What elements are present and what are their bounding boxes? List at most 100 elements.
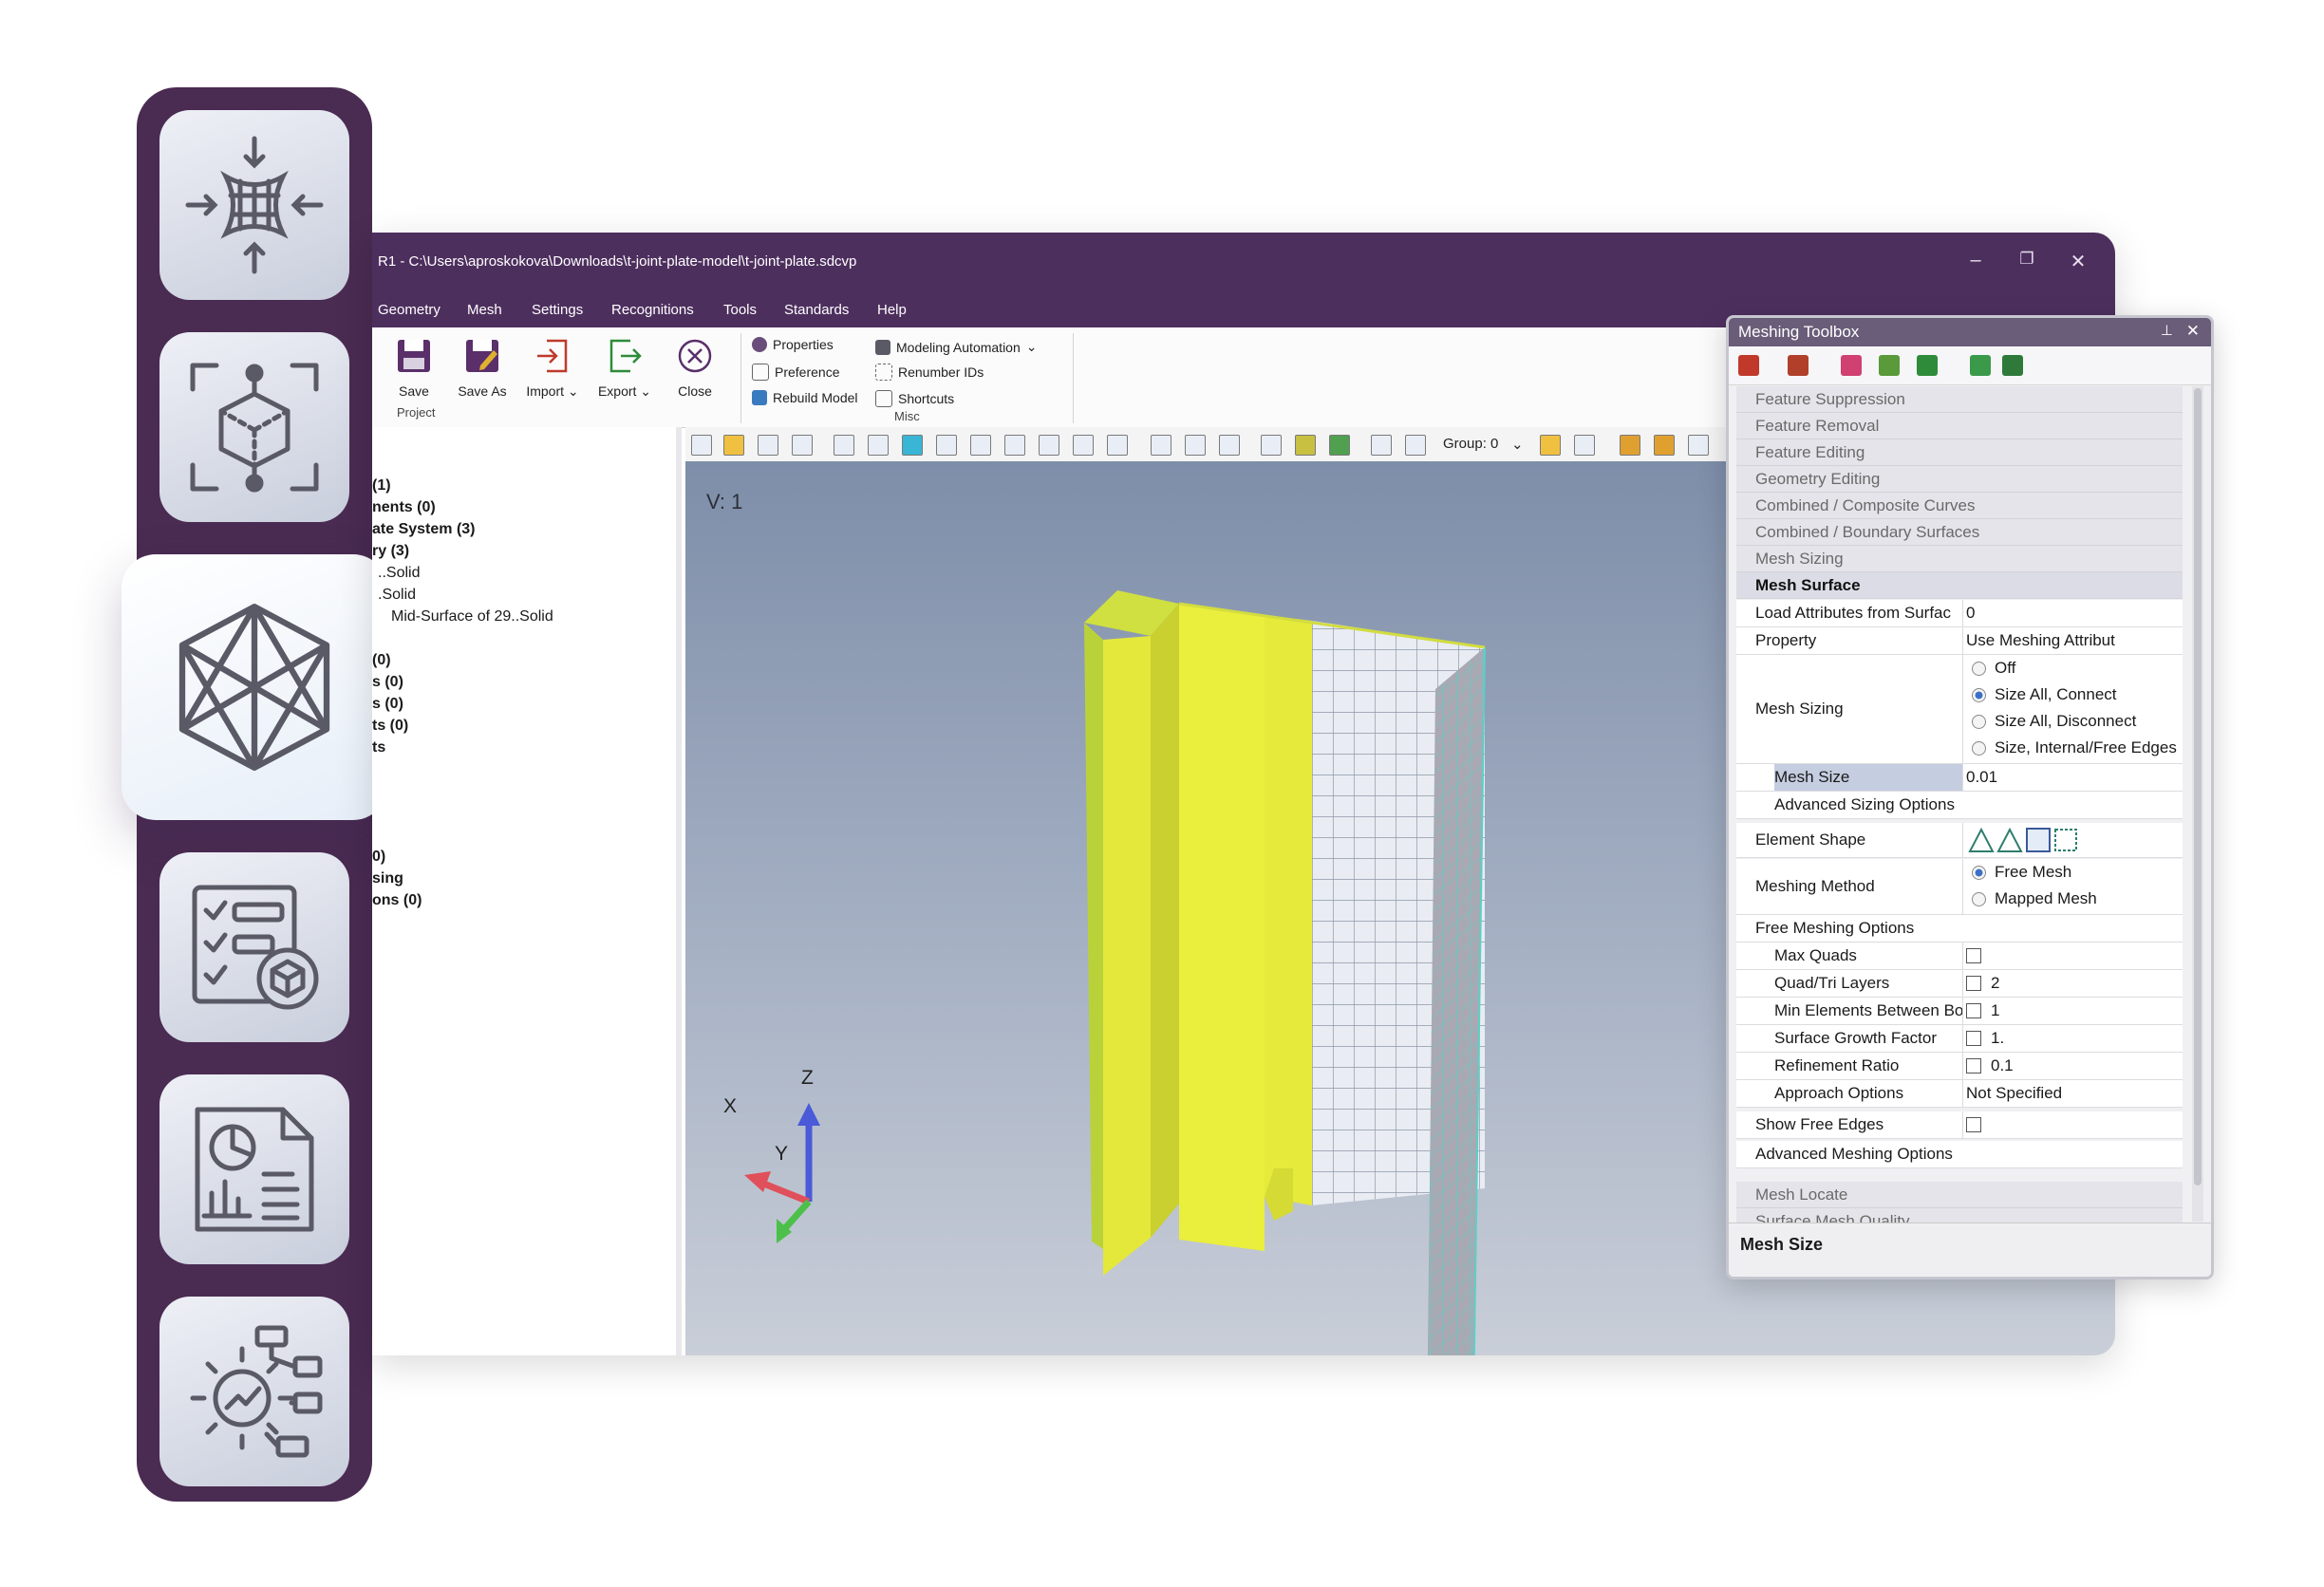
save-button[interactable]: Save [385,337,442,399]
select-point-icon[interactable] [834,435,854,456]
triangle-icon[interactable] [1073,435,1094,456]
menu-recognitions[interactable]: Recognitions [611,302,694,318]
ruler-icon[interactable] [723,435,744,456]
chevron-down-icon[interactable]: ⌄ [1511,436,1524,453]
compression-icon[interactable] [159,110,349,300]
flag-icon[interactable] [1185,435,1206,456]
section-feature-removal[interactable]: Feature Removal [1736,413,2183,439]
eraser-icon[interactable] [1654,435,1675,456]
growth-factor-field[interactable]: 1. [1966,1025,2183,1052]
tree-item[interactable]: (1) [372,477,391,495]
tree-item[interactable]: s (0) [372,674,403,691]
close-window-button[interactable]: ✕ [2064,250,2092,273]
pin-icon[interactable]: ⊥ [2161,322,2173,339]
tree-item[interactable]: (0) [372,652,391,669]
eraser-icon[interactable] [1107,435,1128,456]
quad-mixed-shape-icon[interactable] [2054,829,2077,851]
close-toolbox-button[interactable]: ✕ [2186,322,2200,341]
report-icon[interactable] [159,1074,349,1264]
max-quads-checkbox[interactable] [1966,943,2183,969]
cube-frame-icon[interactable] [159,332,349,522]
grid-icon[interactable] [1261,435,1282,456]
select-node-icon[interactable] [970,435,991,456]
filter-icon[interactable] [1574,435,1595,456]
flag-icon[interactable] [1219,435,1240,456]
select-icon[interactable] [1970,355,1991,376]
tree-item[interactable]: ts (0) [372,718,408,735]
mesh-cube-icon[interactable] [122,554,387,820]
tree-item[interactable]: 0) [372,849,385,866]
quad-shape-icon[interactable] [2026,828,2051,852]
list-icon[interactable] [792,435,813,456]
approach-options-select[interactable]: Not Specified [1966,1080,2183,1107]
meshing-method-option[interactable]: Free Mesh [1972,863,2071,882]
gear-analytics-icon[interactable] [159,1297,349,1486]
tree-item[interactable]: s (0) [372,696,403,713]
mesh-sizing-option[interactable]: Size, Internal/Free Edges [1972,738,2177,757]
section-mesh-locate[interactable]: Mesh Locate [1736,1182,2183,1208]
display-mode-icon[interactable] [758,435,778,456]
tree-item[interactable]: ate System (3) [372,521,476,538]
show-free-edges-checkbox[interactable] [1966,1111,2183,1138]
section-feature-suppression[interactable]: Feature Suppression [1736,386,2183,413]
tree-item[interactable]: nents (0) [372,499,436,516]
section-geometry-editing[interactable]: Geometry Editing [1736,466,2183,493]
save-as-button[interactable]: Save As [454,337,511,399]
property-select[interactable]: Use Meshing Attribut [1966,627,2183,654]
load-attributes-value[interactable]: 0 [1966,600,2183,626]
toolbox-scrollbar[interactable] [2192,386,2203,1222]
quad-tri-field[interactable]: 2 [1966,970,2183,997]
toolbox-icon[interactable] [1738,355,1759,376]
menu-mesh[interactable]: Mesh [467,302,502,318]
minimize-button[interactable]: – [1961,250,1990,271]
mesh-size-input[interactable]: 0.01 [1966,764,2183,791]
refresh-icon[interactable] [1879,355,1900,376]
merge-icon[interactable] [1788,355,1809,376]
tree-item[interactable]: sing [372,870,403,887]
min-elements-field[interactable]: 1 [1966,998,2183,1024]
mesh-sizing-option[interactable]: Size All, Connect [1972,685,2117,704]
section-mesh-sizing[interactable]: Mesh Sizing [1736,546,2183,572]
advanced-meshing-row[interactable]: Advanced Meshing Options [1736,1141,2183,1168]
free-meshing-options-row[interactable]: Free Meshing Options [1736,915,2183,943]
rebuild-model-button[interactable]: Rebuild Model [752,390,858,405]
mesh-sizing-option[interactable]: Off [1972,659,2015,678]
tri-mixed-shape-icon[interactable] [1996,827,2023,852]
pencil-icon[interactable] [1620,435,1640,456]
import-button[interactable]: Import ⌄ [524,337,581,400]
shortcuts-button[interactable]: Shortcuts [875,390,954,407]
zoom-fit-icon[interactable] [1405,435,1426,456]
tree-item[interactable]: ons (0) [372,892,422,909]
section-mesh-surface[interactable]: Mesh Surface [1736,572,2183,599]
box-icon[interactable] [1540,435,1561,456]
restore-button[interactable]: ❐ [2013,250,2041,269]
section-boundary-surfaces[interactable]: Combined / Boundary Surfaces [1736,519,2183,546]
tree-item[interactable]: Mid-Surface of 29..Solid [391,608,553,625]
close-model-button[interactable]: Close [666,337,723,399]
select-element-icon[interactable] [1004,435,1025,456]
section-feature-editing[interactable]: Feature Editing [1736,439,2183,466]
text-icon[interactable] [936,435,957,456]
apply-icon[interactable] [2002,355,2023,376]
menu-settings[interactable]: Settings [532,302,583,318]
grid-icon[interactable] [1371,435,1392,456]
flag-icon[interactable] [1151,435,1171,456]
color-icon[interactable] [1295,435,1316,456]
tree-item[interactable]: ts [372,739,385,756]
triangle-shape-icon[interactable] [1968,827,1995,852]
menu-geometry[interactable]: Geometry [378,302,440,318]
modeling-automation-button[interactable]: Modeling Automation ⌄ [875,339,1038,355]
mesh-sizing-option[interactable]: Size All, Disconnect [1972,712,2136,731]
export-button[interactable]: Export ⌄ [596,337,653,400]
copy-icon[interactable] [1841,355,1862,376]
funnel-icon[interactable] [1688,435,1709,456]
meshing-method-option[interactable]: Mapped Mesh [1972,889,2097,908]
tree-item[interactable]: .Solid [378,587,416,604]
menu-standards[interactable]: Standards [784,302,849,318]
tree-item[interactable]: ry (3) [372,543,409,560]
menu-help[interactable]: Help [877,302,907,318]
menu-tools[interactable]: Tools [723,302,757,318]
group-select[interactable]: Group: 0 [1443,436,1498,452]
refinement-ratio-field[interactable]: 0.1 [1966,1053,2183,1079]
renumber-ids-button[interactable]: Renumber IDs [875,364,984,381]
